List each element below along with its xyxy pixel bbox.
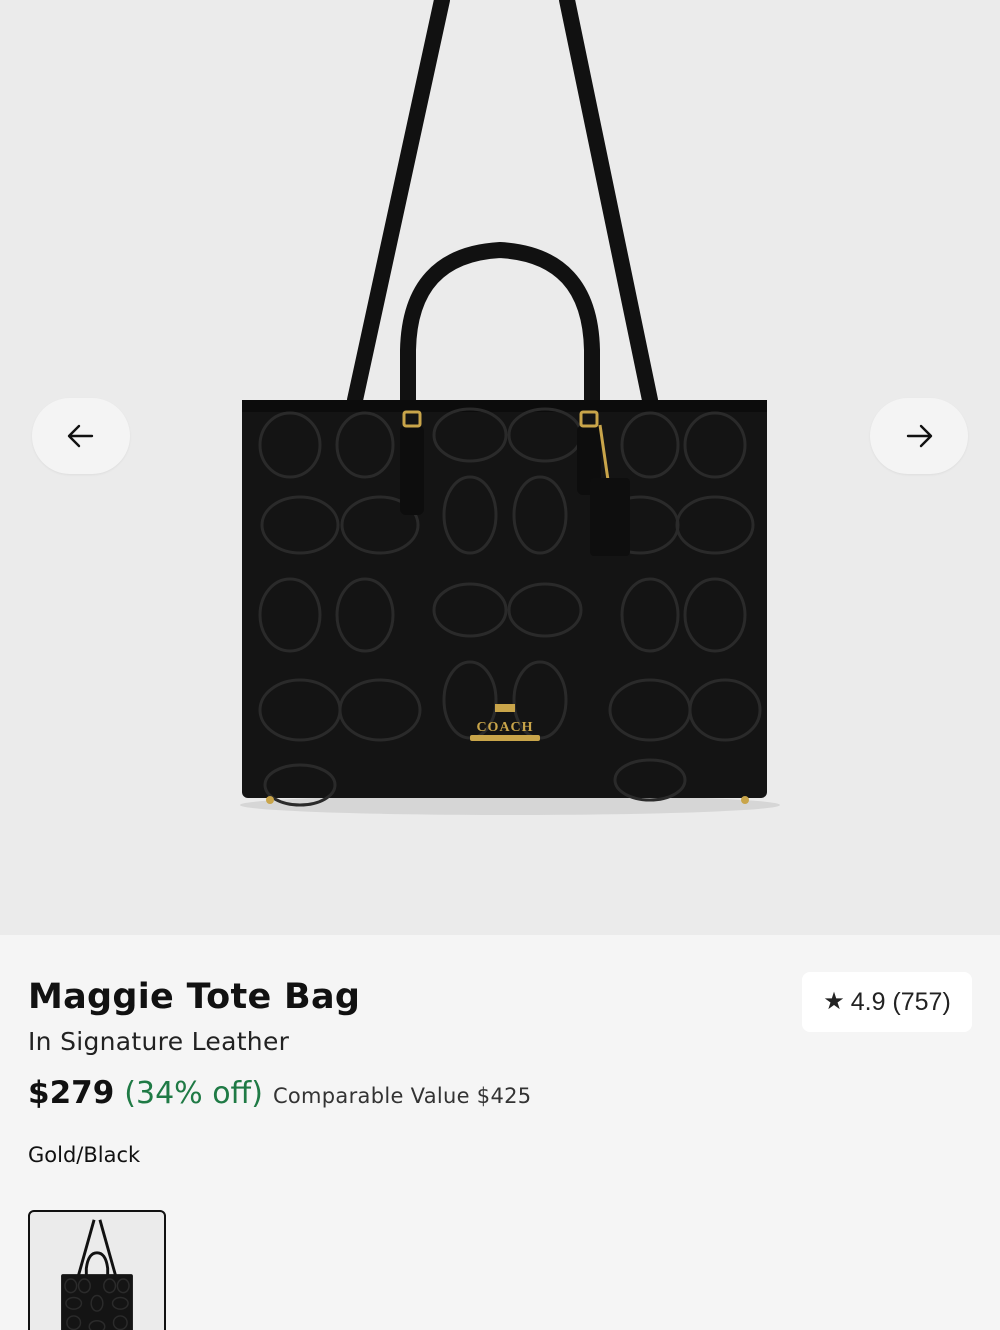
product-title: Maggie Tote Bag [28,977,361,1017]
sale-price: $279 [28,1075,115,1111]
comparable-value: Comparable Value $425 [272,1084,532,1108]
rating-badge[interactable]: ★ 4.9 (757) [802,972,972,1032]
thumbnail-image [61,1219,133,1330]
next-image-button[interactable] [870,398,968,474]
product-subtitle: In Signature Leather [28,1027,290,1056]
product-image-gallery: COACH [0,0,1000,935]
arrow-left-icon [67,424,94,448]
brand-logo-text: COACH [476,720,533,735]
discount-label: (34% off) [124,1076,263,1111]
product-image: COACH [240,0,780,815]
price-row: $279 (34% off) Comparable Value $425 [28,1075,531,1111]
product-info: Maggie Tote Bag In Signature Leather ★ 4… [0,935,1000,1330]
rating-text: 4.9 (757) [850,987,951,1016]
color-swatch-thumbnail[interactable] [28,1210,166,1330]
selected-color-name: Gold/Black [28,1143,141,1167]
previous-image-button[interactable] [32,398,130,474]
star-icon: ★ [823,988,845,1015]
arrow-right-icon [906,424,933,448]
